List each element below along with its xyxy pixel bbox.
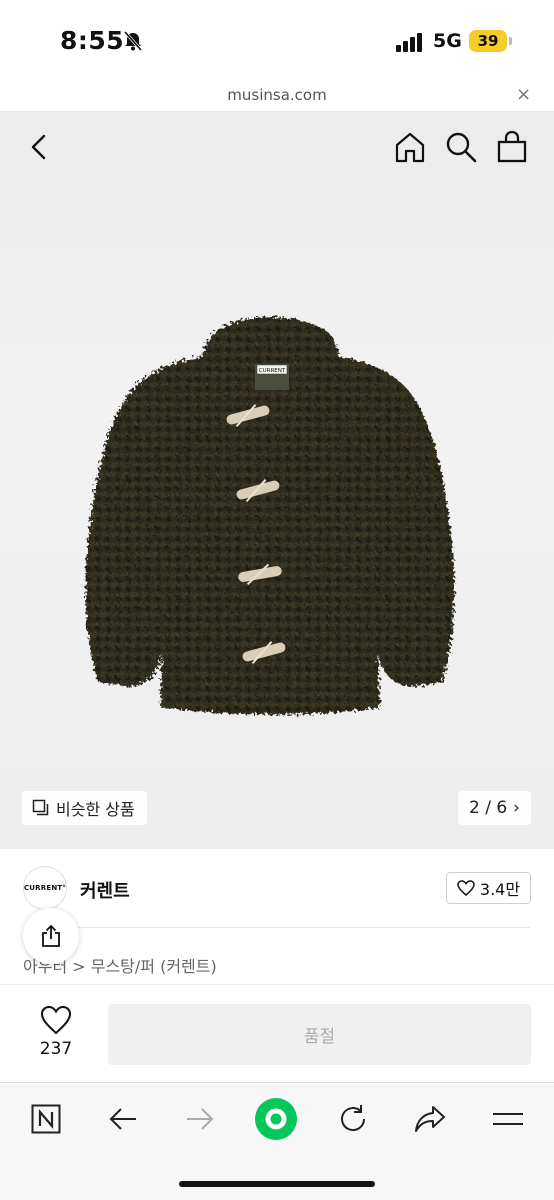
menu-icon[interactable] — [486, 1097, 530, 1141]
status-time: 8:55 — [60, 26, 125, 55]
similar-products-label: 비슷한 상품 — [56, 800, 135, 819]
similar-products-button[interactable]: 비슷한 상품 — [22, 791, 147, 825]
share-icon — [42, 924, 60, 947]
image-page-indicator[interactable]: 2 / 6 › — [458, 791, 531, 825]
brand-like-button[interactable]: 3.4만 — [446, 872, 531, 904]
battery-cap — [509, 37, 512, 45]
naver-icon[interactable] — [24, 1097, 68, 1141]
product-photo: CURRENT — [85, 317, 455, 715]
chevron-right-icon: › — [513, 798, 520, 818]
forward-icon[interactable] — [178, 1097, 222, 1141]
brand-like-count: 3.4만 — [479, 880, 521, 899]
sold-out-button[interactable]: 품절 — [108, 1004, 531, 1065]
battery-indicator: 39 — [469, 30, 507, 52]
reload-icon[interactable] — [331, 1097, 375, 1141]
back-icon[interactable] — [101, 1097, 145, 1141]
divider — [70, 927, 530, 928]
url-text[interactable]: musinsa.com — [0, 86, 554, 104]
share-icon[interactable] — [408, 1097, 452, 1141]
search-icon[interactable] — [444, 130, 478, 164]
product-image-area[interactable]: CURRENT 비슷한 상품 2 / 6 › — [0, 112, 554, 849]
heart-icon — [457, 880, 475, 896]
purchase-bar: 237 품절 — [0, 984, 554, 1082]
close-icon[interactable]: × — [516, 84, 531, 105]
wishlist-count: 237 — [39, 1039, 73, 1059]
wishlist-heart-icon[interactable] — [40, 1005, 72, 1035]
tag-label: CURRENT — [259, 368, 286, 374]
brand-logo[interactable]: CURRENT° — [23, 866, 67, 910]
share-button[interactable] — [23, 908, 79, 964]
browser-toolbar — [0, 1082, 554, 1200]
page-count: 2 / 6 — [469, 798, 508, 818]
brand-row[interactable]: CURRENT° 커렌트 3.4만 — [0, 849, 554, 929]
home-indicator — [179, 1181, 375, 1187]
bell-slash-icon — [123, 31, 143, 51]
network-label: 5G — [433, 30, 462, 52]
url-bar[interactable]: musinsa.com × — [0, 78, 554, 112]
brand-name[interactable]: 커렌트 — [80, 877, 130, 903]
signal-icon — [396, 33, 422, 52]
category-breadcrumb[interactable]: 아우터 > 무스탕/퍼 (커렌트) — [0, 929, 554, 984]
back-arrow-icon[interactable] — [22, 130, 56, 164]
copy-icon — [32, 799, 49, 816]
home-icon[interactable] — [393, 130, 427, 164]
status-bar: 8:55 5G 39 — [0, 0, 554, 78]
green-dot-icon[interactable] — [254, 1097, 298, 1141]
shopping-bag-icon[interactable] — [495, 130, 529, 164]
